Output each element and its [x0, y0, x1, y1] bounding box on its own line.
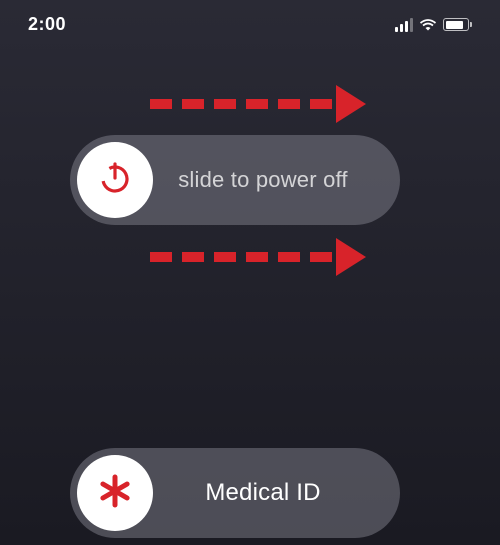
annotation-arrow-bottom — [150, 238, 366, 276]
power-off-slider[interactable]: slide to power off — [70, 135, 400, 225]
status-bar: 2:00 — [0, 0, 500, 45]
battery-icon — [443, 18, 472, 31]
medical-id-slider[interactable]: Medical ID — [70, 448, 400, 538]
asterisk-icon — [95, 471, 135, 516]
medical-slider-label: Medical ID — [153, 479, 393, 507]
power-slider-knob[interactable] — [77, 142, 153, 218]
cellular-signal-icon — [395, 18, 413, 32]
status-time: 2:00 — [28, 14, 66, 35]
power-slider-label: slide to power off — [153, 167, 393, 193]
annotation-arrow-top — [150, 85, 366, 123]
medical-slider-knob[interactable] — [77, 455, 153, 531]
status-icons — [395, 18, 472, 32]
power-icon — [96, 159, 134, 202]
wifi-icon — [419, 18, 437, 31]
